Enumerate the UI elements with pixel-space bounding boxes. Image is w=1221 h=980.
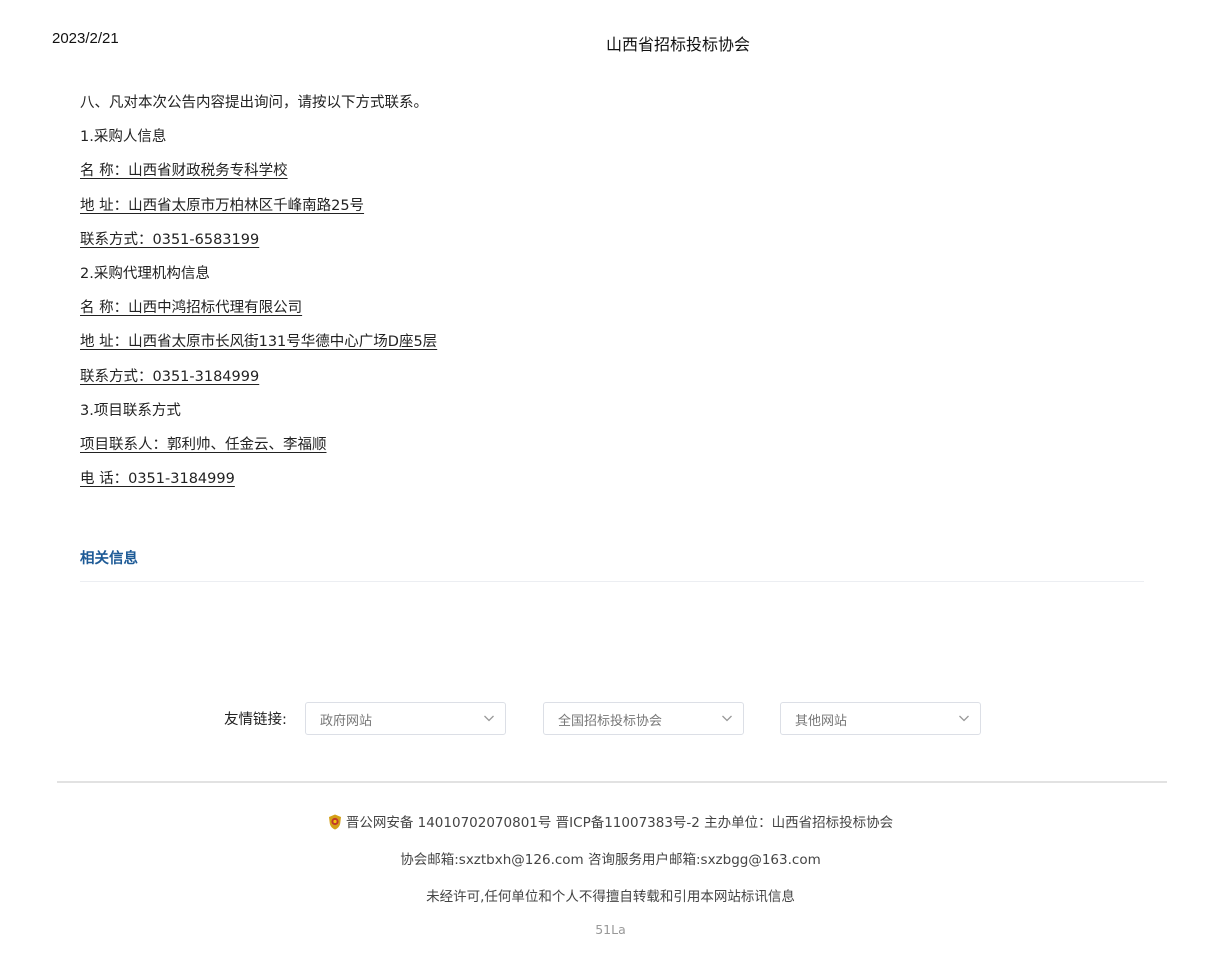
article-line: 项目联系人：郭利帅、任金云、李福顺 (80, 436, 327, 453)
article-content: 八、凡对本次公告内容提出询问，请按以下方式联系。 1.采购人信息 名 称：山西省… (80, 92, 1144, 502)
article-line: 联系方式：0351-3184999 (80, 368, 260, 385)
police-badge-icon (328, 814, 341, 830)
print-title: 山西省招标投标协会 (605, 35, 750, 54)
friend-links: 友情链接: 政府网站 全国招标投标协会 其他网站 (0, 702, 1221, 735)
footer-record-link[interactable]: 晋公网安备 14010702070801号 晋ICP备11007383号-2 主… (346, 815, 893, 831)
article-line: 1.采购人信息 (80, 129, 167, 146)
print-header: 2023/2/21 山西省招标投标协会 (0, 0, 1221, 60)
article-line: 八、凡对本次公告内容提出询问，请按以下方式联系。 (80, 95, 428, 111)
footer-record-line: 晋公网安备 14010702070801号 晋ICP备11007383号-2 主… (0, 811, 1221, 831)
article-line: 3.项目联系方式 (80, 402, 181, 419)
article-line: 名 称：山西中鸿招标代理有限公司 (80, 300, 303, 317)
article-line: 联系方式：0351-6583199 (80, 231, 260, 248)
select-value: 其他网站 (795, 714, 848, 729)
article-line: 2.采购代理机构信息 (80, 265, 210, 282)
footer-email-line: 协会邮箱:sxztbxh@126.com 咨询服务用户邮箱:sxzbgg@163… (400, 852, 821, 868)
select-value: 全国招标投标协会 (558, 714, 663, 729)
chevron-down-icon (959, 715, 969, 722)
visitor-counter-link[interactable]: 51La (0, 922, 1221, 937)
chevron-down-icon (722, 715, 732, 722)
footer-copyright-line: 未经许可,任何单位和个人不得擅自转载和引用本网站标讯信息 (426, 889, 795, 905)
friend-links-label: 友情链接: (224, 712, 287, 728)
related-info-section: 相关信息 (80, 549, 1144, 582)
article-line: 地 址：山西省太原市长风街131号华德中心广场D座5层 (80, 334, 438, 351)
select-value: 政府网站 (320, 714, 373, 729)
select-national-association[interactable]: 全国招标投标协会 (543, 702, 744, 735)
related-info-title: 相关信息 (80, 551, 138, 567)
article-line: 地 址：山西省太原市万柏林区千峰南路25号 (80, 197, 365, 214)
article-line: 电 话：0351-3184999 (80, 471, 235, 488)
article-line: 名 称：山西省财政税务专科学校 (80, 163, 288, 180)
select-other-sites[interactable]: 其他网站 (780, 702, 981, 735)
footer-divider (57, 781, 1167, 783)
select-government-sites[interactable]: 政府网站 (305, 702, 506, 735)
chevron-down-icon (484, 715, 494, 722)
